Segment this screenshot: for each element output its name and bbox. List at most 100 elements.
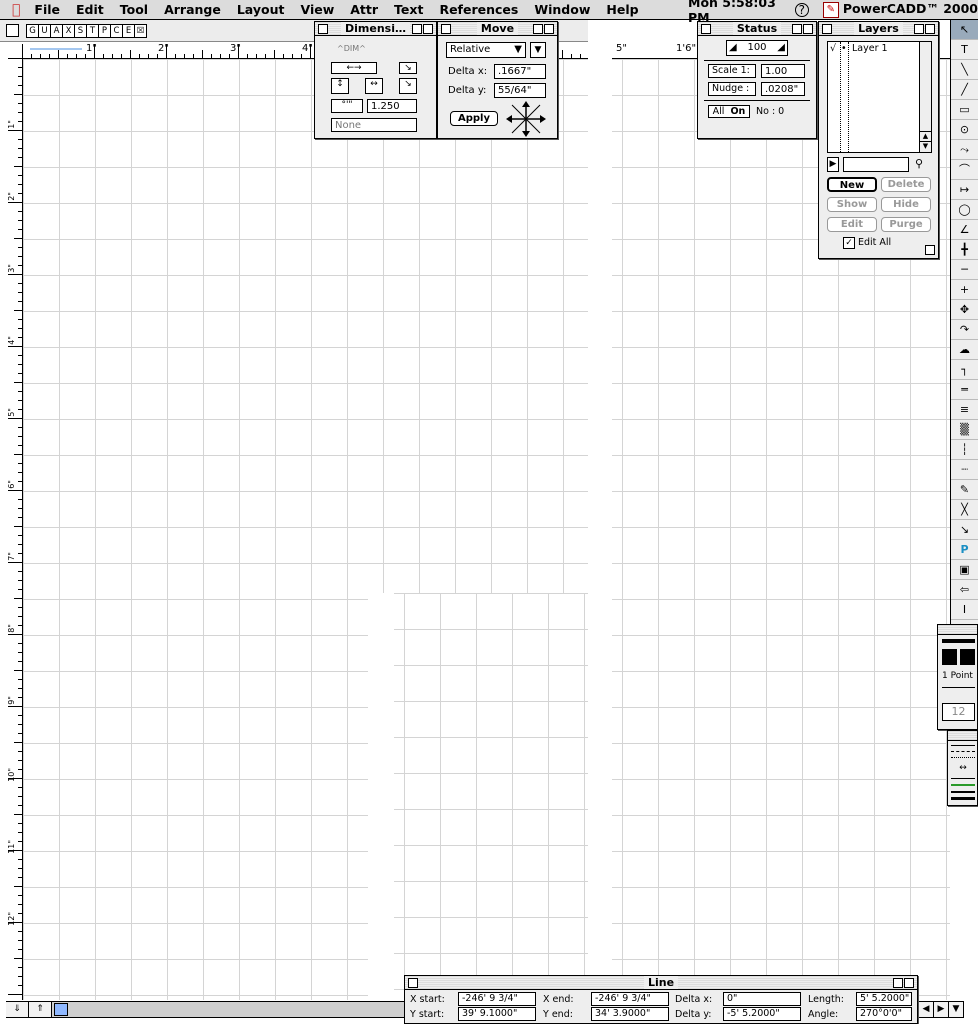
- status-palette-titlebar[interactable]: Status: [698, 22, 816, 36]
- scroll-down-icon[interactable]: ▼: [948, 1001, 964, 1018]
- menu-window[interactable]: Window: [526, 2, 598, 17]
- dim-diagonal-button[interactable]: ↘: [399, 78, 417, 94]
- zoom-out-icon[interactable]: ◢: [729, 41, 737, 55]
- menu-edit[interactable]: Edit: [68, 2, 112, 17]
- window-close-box[interactable]: [6, 24, 19, 37]
- line-style-palette-titlebar[interactable]: [948, 731, 977, 741]
- tool-dimension[interactable]: ↦: [951, 180, 978, 200]
- tool-text[interactable]: T: [951, 40, 978, 60]
- line-angle-field[interactable]: 270°0'0": [856, 1007, 912, 1021]
- ruler-corner[interactable]: [6, 42, 23, 59]
- tool-cloud[interactable]: ☁: [951, 340, 978, 360]
- tool-extend[interactable]: ↘: [951, 520, 978, 540]
- menu-text[interactable]: Text: [386, 2, 431, 17]
- line-weight-2[interactable]: [951, 784, 975, 786]
- line-weight-3[interactable]: [951, 791, 975, 793]
- layers-key-icon[interactable]: ⚲: [915, 157, 923, 170]
- menu-file[interactable]: File: [26, 2, 68, 17]
- line-x-start-field[interactable]: -246' 9 3/4": [458, 992, 536, 1006]
- menu-attr[interactable]: Attr: [342, 2, 386, 17]
- line-length-field[interactable]: 5' 5.2000": [856, 992, 912, 1006]
- tool-multi-line[interactable]: ≡: [951, 400, 978, 420]
- layers-close-box[interactable]: [822, 24, 832, 34]
- tool-step[interactable]: ┐: [951, 360, 978, 380]
- line-x-end-field[interactable]: -246' 9 3/4": [591, 992, 669, 1006]
- tool-rectangle[interactable]: ▭: [951, 100, 978, 120]
- tool-arrow[interactable]: ↖: [951, 20, 978, 40]
- tool-line-2[interactable]: ╱: [951, 80, 978, 100]
- layer-visible-check[interactable]: √: [830, 43, 836, 54]
- tool-center[interactable]: ╋: [951, 240, 978, 260]
- layers-palette-titlebar[interactable]: Layers: [819, 22, 938, 36]
- tool-hatch[interactable]: ▒: [951, 420, 978, 440]
- menu-arrange[interactable]: Arrange: [156, 2, 229, 17]
- dim-slanted-button[interactable]: ↘: [399, 62, 417, 74]
- page-up-icon[interactable]: ⇑: [29, 1002, 52, 1017]
- tool-arc[interactable]: ⤳: [951, 140, 978, 160]
- tool-p[interactable]: P: [951, 540, 978, 560]
- tool-double-line[interactable]: ═: [951, 380, 978, 400]
- status-scale-field[interactable]: 1.00: [761, 64, 805, 78]
- tool-dash[interactable]: ┆: [951, 440, 978, 460]
- line-zoom-box[interactable]: [893, 978, 903, 988]
- move-zoom-box[interactable]: [533, 24, 543, 34]
- pen-line-swatch[interactable]: [960, 649, 975, 665]
- line-style-dotted[interactable]: [951, 757, 975, 758]
- tool-rotate[interactable]: ↷: [951, 320, 978, 340]
- layers-name-field[interactable]: [843, 157, 909, 172]
- scroll-thumb[interactable]: [54, 1003, 68, 1016]
- tool-pencil[interactable]: ✎: [951, 480, 978, 500]
- menu-layout[interactable]: Layout: [229, 2, 293, 17]
- pen-line-sample[interactable]: [942, 639, 975, 643]
- layers-resize-handle[interactable]: [925, 245, 935, 255]
- layers-new-button[interactable]: New: [827, 177, 877, 192]
- tool-hline[interactable]: ─: [951, 260, 978, 280]
- tool-point[interactable]: +: [951, 280, 978, 300]
- drawing-canvas-lower[interactable]: [368, 593, 588, 1003]
- line-y-start-field[interactable]: 39' 9.1000": [458, 1007, 536, 1021]
- line-delta-x-field[interactable]: 0": [723, 992, 801, 1006]
- layers-scroll-down-icon[interactable]: ▼: [920, 141, 931, 152]
- line-close-box[interactable]: [408, 978, 418, 988]
- tool-i-beam[interactable]: I: [951, 600, 978, 620]
- move-direction-arrows-icon[interactable]: [506, 101, 546, 137]
- dim-horizontal-button[interactable]: ←→: [331, 62, 377, 74]
- tool-angle[interactable]: ∠: [951, 220, 978, 240]
- dimensions-close-box[interactable]: [318, 24, 328, 34]
- layers-delete-button[interactable]: Delete: [881, 177, 931, 192]
- scroll-left-icon[interactable]: ◀: [918, 1001, 934, 1018]
- dim-style-field[interactable]: None: [331, 118, 417, 132]
- move-delta-y-field[interactable]: 55/64": [494, 83, 546, 98]
- apple-menu-icon[interactable]: : [12, 2, 20, 18]
- scroll-track[interactable]: [52, 1002, 404, 1017]
- dimensions-zoom-box[interactable]: [412, 24, 422, 34]
- pen-fill-swatch[interactable]: [942, 649, 957, 665]
- menu-references[interactable]: References: [431, 2, 526, 17]
- tool-ellipse[interactable]: ◯: [951, 200, 978, 220]
- pen-weight-label[interactable]: 1 Point: [942, 671, 973, 681]
- move-palette-titlebar[interactable]: Move: [438, 22, 557, 36]
- layers-scroll-up-icon[interactable]: ▲: [920, 131, 931, 142]
- tool-dotted[interactable]: ┈: [951, 460, 978, 480]
- layers-edit-button[interactable]: Edit: [827, 217, 877, 232]
- dim-vertical-button[interactable]: ↕: [331, 78, 349, 94]
- move-mode-select[interactable]: Relative ▼: [446, 42, 526, 58]
- layers-list[interactable]: √ • Layer 1 ▼ ▲: [827, 41, 932, 153]
- move-apply-button[interactable]: Apply: [450, 111, 498, 126]
- status-all-on-button[interactable]: All On: [708, 105, 750, 118]
- page-down-icon[interactable]: ⇓: [6, 1002, 29, 1017]
- status-zoom-control[interactable]: ◢ 100 ◢: [726, 40, 788, 56]
- move-collapse-box[interactable]: [544, 24, 554, 34]
- zoom-in-icon[interactable]: ◢: [777, 41, 785, 55]
- tool-curve[interactable]: ⌒: [951, 160, 978, 180]
- layers-show-button[interactable]: Show: [827, 197, 877, 212]
- pen-palette-titlebar[interactable]: [938, 625, 977, 635]
- edit-all-checkbox[interactable]: ✓: [843, 237, 855, 249]
- move-close-box[interactable]: [441, 24, 451, 34]
- menu-tool[interactable]: Tool: [112, 2, 156, 17]
- line-style-solid[interactable]: [951, 745, 975, 746]
- line-palette-titlebar[interactable]: Line: [405, 976, 917, 990]
- dimensions-palette-titlebar[interactable]: Dimensi…: [315, 22, 436, 36]
- layers-hide-button[interactable]: Hide: [881, 197, 931, 212]
- tool-trim[interactable]: ╳: [951, 500, 978, 520]
